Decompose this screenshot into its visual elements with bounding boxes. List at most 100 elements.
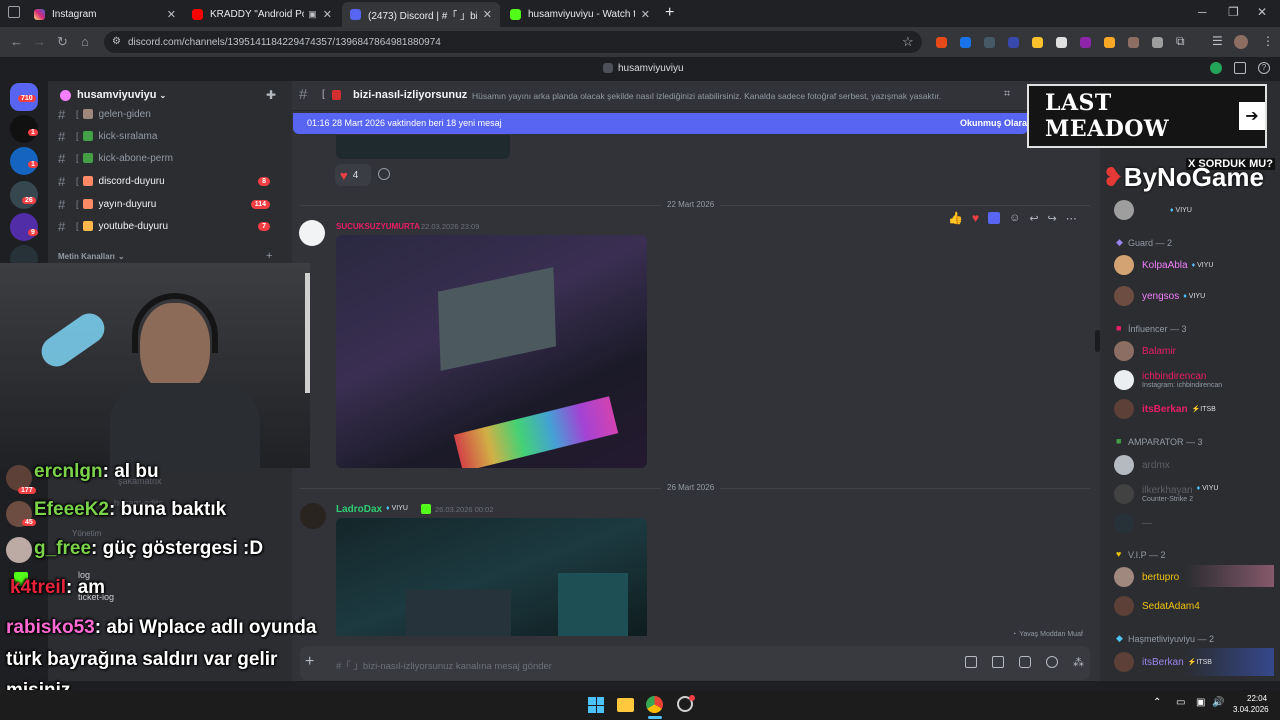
chrome-taskbar-icon[interactable] [646, 696, 663, 713]
channel-discord-duyuru[interactable]: # [ discord-duyuru 8 [58, 171, 286, 191]
member-row[interactable]: KolpaAbla ♦ VIYU [1114, 254, 1213, 276]
tab-discord[interactable]: (2473) Discord | #「 」bizi-nas ✕ [342, 2, 500, 27]
member-row[interactable]: yengsos ♦ VIYU [1114, 285, 1205, 307]
sticker-icon[interactable] [1019, 656, 1031, 668]
channel-kick-siralama[interactable]: # [ kick-sıralama [58, 126, 286, 146]
chrome-menu-icon[interactable]: ⋮ [1262, 34, 1274, 48]
volume-icon[interactable]: 🔊 [1212, 697, 1224, 708]
tab-instagram[interactable]: Instagram ✕ [26, 2, 184, 27]
picture-in-picture-icon[interactable]: ▣ [308, 9, 317, 20]
channel-topic[interactable]: Hüsamın yayını arka planda olacak şekild… [472, 91, 992, 101]
threads-icon[interactable]: ⌗ [1004, 88, 1010, 101]
new-tab-button[interactable]: + [665, 4, 674, 22]
home-icon[interactable]: ⌂ [81, 34, 89, 49]
add-member-icon[interactable]: ✚ [266, 88, 276, 102]
extension-icon[interactable] [1104, 37, 1115, 48]
server-icon[interactable] [10, 181, 38, 209]
back-icon[interactable]: ← [10, 34, 23, 49]
category-header[interactable]: Metin Kanalları ⌄ [58, 252, 125, 261]
server-header[interactable]: husamviyuviyu ⌄ [60, 89, 166, 101]
add-reaction-icon[interactable]: ☺ [1009, 212, 1020, 224]
close-tab-icon[interactable]: ✕ [483, 8, 492, 21]
server-icon[interactable] [10, 213, 38, 241]
nitro-icon[interactable] [1210, 62, 1222, 74]
gif-icon[interactable] [992, 656, 1004, 668]
channel-yayin-duyuru[interactable]: # [ yayın-duyuru 114 [58, 194, 286, 214]
site-info-icon[interactable]: ⚙ [112, 36, 121, 47]
add-reaction-icon[interactable] [378, 168, 390, 180]
member-row[interactable]: — [1114, 512, 1152, 534]
member-row[interactable]: ♦ VIYU [1114, 199, 1192, 221]
url-text[interactable]: discord.com/channels/1395141184229474357… [128, 37, 441, 48]
heart-icon[interactable]: ♥ [972, 211, 979, 225]
member-row[interactable]: itsBerkan ⚡ITSB [1114, 398, 1216, 420]
clock-time[interactable]: 22:04 [1247, 694, 1267, 703]
maximize-icon[interactable]: ❐ [1228, 5, 1239, 19]
reply-icon[interactable]: ↩ [1029, 212, 1038, 225]
more-options-icon[interactable]: ⋯ [1066, 212, 1077, 225]
reading-list-icon[interactable]: ☰ [1212, 34, 1223, 48]
extension-icon[interactable] [1008, 37, 1019, 48]
previous-image-attachment[interactable] [336, 135, 510, 159]
channel-gelen-giden[interactable]: # [ gelen-giden [58, 104, 286, 124]
forward-icon[interactable]: ↪ [1048, 212, 1057, 225]
member-row[interactable]: ichbindirencan Instagram: ichbindirencan [1114, 369, 1222, 391]
avatar[interactable] [300, 503, 326, 529]
extension-icon[interactable] [1056, 37, 1067, 48]
bookmark-star-icon[interactable]: ☆ [902, 34, 914, 50]
extension-icon[interactable] [1080, 37, 1091, 48]
extension-icon[interactable] [984, 37, 995, 48]
guild-tag-text: VIYU [1202, 485, 1219, 492]
thumbs-up-icon[interactable]: 👍 [948, 211, 963, 225]
upload-plus-icon[interactable]: + [305, 653, 314, 671]
close-tab-icon[interactable]: ✕ [323, 8, 332, 21]
member-row[interactable]: Balamir [1114, 340, 1176, 362]
channel-kick-abone-perm[interactable]: # [ kick-abone-perm [58, 148, 286, 168]
member-row[interactable]: SedatAdam4 [1114, 595, 1200, 617]
mark-as-read-button[interactable]: Okunmuş Olarak [960, 118, 1032, 128]
extension-icon[interactable] [1032, 37, 1043, 48]
message-author[interactable]: SUCUKSUZYUMURTA [336, 222, 420, 231]
gift-icon[interactable] [965, 656, 977, 668]
close-window-icon[interactable]: ✕ [1257, 5, 1267, 19]
reload-icon[interactable]: ↻ [57, 34, 68, 50]
extension-icon[interactable] [960, 37, 971, 48]
start-button-icon[interactable] [588, 697, 604, 713]
extension-icon[interactable] [1128, 37, 1139, 48]
avatar [1114, 567, 1134, 587]
close-tab-icon[interactable]: ✕ [167, 8, 176, 21]
network-icon[interactable]: ▭ [1176, 697, 1185, 708]
image-attachment[interactable] [336, 235, 647, 468]
composer-placeholder[interactable]: #「 」bizi-nasıl-izliyorsunuz kanalına mes… [336, 658, 552, 672]
close-tab-icon[interactable]: ✕ [641, 8, 650, 21]
tab-kick[interactable]: husamviyuviyu - Watch the VOD ✕ [502, 2, 658, 27]
tray-chevron-icon[interactable]: ⌃ [1153, 697, 1161, 708]
apps-icon[interactable]: ⁂ [1073, 656, 1084, 669]
extensions-puzzle-icon[interactable]: ⧉ [1176, 34, 1185, 49]
create-channel-icon[interactable]: + [266, 250, 272, 262]
file-explorer-icon[interactable] [617, 698, 634, 712]
channel-youtube-duyuru[interactable]: # [ youtube-duyuru 7 [58, 216, 286, 236]
member-row[interactable]: bertupro [1114, 566, 1179, 588]
avatar[interactable] [299, 220, 325, 246]
clock-date[interactable]: 3.04.2026 [1233, 705, 1269, 714]
help-icon[interactable]: ? [1258, 62, 1270, 74]
tab-search-icon[interactable] [8, 6, 20, 18]
display-icon[interactable]: ▣ [1196, 697, 1205, 708]
message-author[interactable]: LadroDax [336, 504, 382, 515]
minimize-icon[interactable]: ─ [1198, 5, 1207, 19]
profile-avatar[interactable] [1234, 35, 1248, 49]
forward-icon[interactable]: → [33, 34, 46, 49]
emoji-icon[interactable] [1046, 656, 1058, 668]
category-yonetim[interactable]: Yönetim [72, 529, 101, 538]
image-attachment[interactable] [336, 518, 647, 636]
member-row[interactable]: itsBerkan ⚡ITSB [1114, 651, 1212, 673]
extension-icon[interactable] [1152, 37, 1163, 48]
member-row[interactable]: ardmx [1114, 454, 1170, 476]
kick-emoji-icon[interactable] [988, 212, 1001, 224]
reaction-heart[interactable]: ♥ 4 [335, 164, 371, 186]
inbox-icon[interactable] [1234, 62, 1246, 74]
tab-youtube[interactable]: KRADDY "Android Pom b/ ▣ ✕ [184, 2, 340, 27]
adblock-extension-icon[interactable] [936, 37, 947, 48]
member-row[interactable]: ilkerkhayan ♦ VIYU Counter-Strike 2 [1114, 483, 1218, 505]
